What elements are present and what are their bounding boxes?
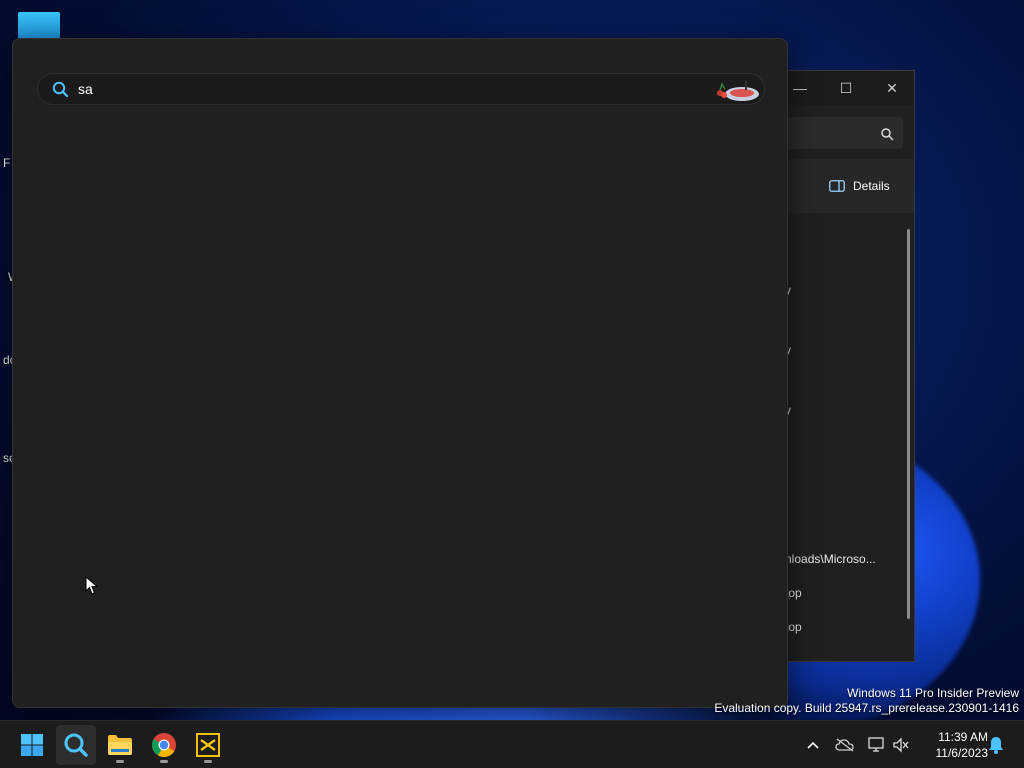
- clock[interactable]: 11:39 AM 11/6/2023: [918, 729, 989, 761]
- close-button[interactable]: ✕: [879, 77, 905, 99]
- clock-date: 11/6/2023: [935, 746, 989, 760]
- running-indicator: [160, 760, 168, 763]
- chrome-taskbar-button[interactable]: [144, 725, 184, 765]
- bell-icon: [989, 737, 1003, 754]
- volume-tray-icon[interactable]: [891, 735, 911, 755]
- details-pane-icon: [829, 180, 845, 192]
- maximize-button[interactable]: ☐: [833, 77, 859, 99]
- details-button[interactable]: Details: [829, 179, 890, 193]
- network-tray-icon[interactable]: [867, 735, 887, 755]
- search-highlight-image: [717, 81, 759, 101]
- start-button[interactable]: [12, 725, 52, 765]
- search-bar[interactable]: [37, 73, 765, 105]
- clock-time: 11:39 AM: [938, 730, 988, 744]
- list-item[interactable]: nloads\Microso...: [785, 552, 876, 566]
- network-icon: [868, 737, 884, 752]
- notifications-button[interactable]: [986, 735, 1006, 755]
- show-hidden-icons-button[interactable]: [803, 735, 823, 755]
- taskbar-search-button[interactable]: [56, 725, 96, 765]
- onedrive-tray-icon[interactable]: [835, 735, 855, 755]
- windows-logo-icon: [21, 734, 43, 756]
- file-explorer-taskbar-button[interactable]: [100, 725, 140, 765]
- folder-icon: [108, 735, 132, 755]
- app-taskbar-button[interactable]: [188, 725, 228, 765]
- desktop-icon-label[interactable]: F: [3, 156, 10, 170]
- volume-muted-icon: [893, 737, 909, 753]
- running-indicator: [116, 760, 124, 763]
- yellow-app-icon: [196, 733, 220, 757]
- search-icon: [52, 81, 68, 97]
- minimize-button[interactable]: —: [787, 77, 813, 99]
- search-icon[interactable]: [880, 127, 894, 141]
- cloud-offline-icon: [835, 738, 854, 752]
- search-panel: [12, 38, 788, 708]
- watermark-line-2: Evaluation copy. Build 25947.rs_prerelea…: [714, 701, 1019, 715]
- search-input[interactable]: [78, 81, 678, 97]
- details-label: Details: [853, 179, 890, 193]
- taskbar: 11:39 AM 11/6/2023: [0, 720, 1024, 768]
- build-watermark: Windows 11 Pro Insider Preview Evaluatio…: [714, 686, 1019, 716]
- running-indicator: [204, 760, 212, 763]
- watermark-line-1: Windows 11 Pro Insider Preview: [847, 686, 1019, 700]
- mouse-cursor-icon: [85, 576, 99, 595]
- chevron-up-icon: [807, 741, 819, 749]
- search-icon: [64, 733, 88, 757]
- explorer-scrollbar[interactable]: [907, 229, 910, 619]
- chrome-icon: [151, 733, 176, 758]
- desktop-icon[interactable]: [18, 12, 60, 40]
